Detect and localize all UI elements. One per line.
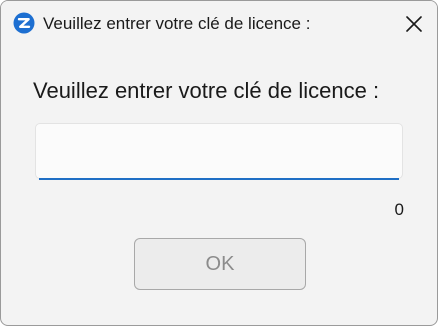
window-title: Veuillez entrer votre clé de licence : <box>43 14 311 33</box>
close-icon <box>406 16 422 32</box>
license-key-input[interactable] <box>36 124 402 178</box>
app-logo-icon <box>13 12 35 34</box>
license-key-field[interactable] <box>35 123 403 179</box>
close-button[interactable] <box>391 1 437 47</box>
character-counter: 0 <box>394 200 404 219</box>
title-bar[interactable]: Veuillez entrer votre clé de licence : <box>1 1 437 47</box>
ok-button[interactable]: OK <box>134 238 306 290</box>
input-focus-underline <box>39 178 399 180</box>
license-prompt-label: Veuillez entrer votre clé de licence : <box>33 78 380 103</box>
license-dialog-window: Veuillez entrer votre clé de licence : V… <box>0 0 438 326</box>
